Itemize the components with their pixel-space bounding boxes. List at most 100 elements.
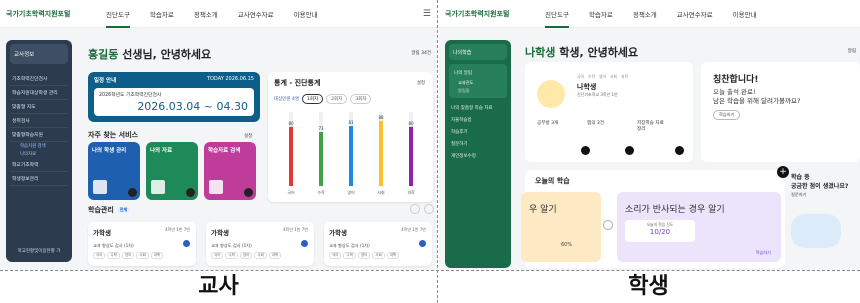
nav-policy[interactable]: 정책소개 <box>633 9 657 19</box>
sidebar-label: 맞춤형 지도 <box>12 105 36 110</box>
stat-bookmarks[interactable]: 찜의 3건 <box>587 120 617 132</box>
top-nav: 국가기초학력지원포털 진단도구 학습자료 정책소개 교사연수자료 이용안내 <box>439 0 860 28</box>
test-name: 교과 향상도 검사 (1차) <box>93 243 134 248</box>
stats-edit[interactable]: 설정 <box>417 80 425 86</box>
chevron-right-icon[interactable] <box>603 220 613 230</box>
exam-schedule-card[interactable]: 일정 안내 TODAY 2026.06.15 2026학년도 기초학력진단검사 … <box>88 72 260 122</box>
greeting-name: 홍길동 <box>88 48 119 61</box>
question-button[interactable]: 질문하기 <box>791 192 857 198</box>
alert-badge[interactable]: 알림 34건 <box>411 50 431 56</box>
x-tick-label: 영어 <box>347 189 355 195</box>
bar-value-label: 81 <box>348 120 354 125</box>
x-tick-label: 사회 <box>377 189 385 195</box>
sidebar-item-diagnostic[interactable]: 기초학력진단검사 <box>10 72 68 86</box>
sidebar-item-achievement[interactable]: 성취검사 <box>10 114 68 128</box>
sidebar-sub-search[interactable]: 학습지원 검색 <box>10 142 68 150</box>
sidebar-item-review[interactable]: 학습후기 <box>449 126 507 138</box>
sidebar-item-question[interactable]: 질문하기 <box>449 138 507 150</box>
top-nav: 국가기초학력지원포털 진단도구 학습자료 정책소개 교사연수자료 이용안내 ☰ <box>0 0 437 28</box>
go-icon[interactable] <box>301 240 308 247</box>
prev-icon[interactable] <box>410 204 420 214</box>
exam-range: 2026.03.04 ~ 04.30 <box>137 100 248 113</box>
round-1-tab[interactable]: 1회차 <box>302 94 324 104</box>
sidebar-notice-box: 나의 알림 교과진도 알림중 <box>449 64 507 98</box>
sidebar-profile-label: 나의학습 <box>453 49 472 56</box>
sidebar-footer[interactable]: 학교현황및이용현황 가 <box>10 248 68 254</box>
lesson-study-button[interactable]: 학습하기 <box>756 250 771 256</box>
comparison-frame: 국가기초학력지원포털 진단도구 학습자료 정책소개 교사연수자료 이용안내 ☰ … <box>0 0 860 303</box>
subject-chip: 국어 <box>93 252 106 259</box>
sidebar-item-school[interactable]: 학교기초학력 <box>10 158 68 172</box>
study-badge: 전체 <box>116 207 131 213</box>
sidebar-item-support[interactable]: 맞춤형학습지원 <box>10 128 68 142</box>
subject-tag: 수학 <box>588 74 595 79</box>
sidebar-profile[interactable]: 교사정보 <box>10 44 68 64</box>
sidebar-sub[interactable]: 알림중 <box>452 87 504 95</box>
arrow-icon <box>244 188 253 197</box>
sidebar-box-title[interactable]: 나의 알림 <box>452 67 504 79</box>
profile-card: 국어 수학 영어 사회 과학 나학생 진단기초학교 3학년 1반 공부방 3개 … <box>525 62 693 162</box>
student-class: 4학년 1반 7번 <box>401 227 426 232</box>
sidebar-sub-mine[interactable]: 나의자료 <box>10 150 68 158</box>
center-divider <box>437 0 438 303</box>
service-label: 학습자료 검색 <box>208 148 241 154</box>
nav-training[interactable]: 교사연수자료 <box>238 9 274 19</box>
lesson-card-prev[interactable]: 우 알기 60% <box>521 192 601 262</box>
student-sidebar: 나의학습 나의 알림 교과진도 알림중 나의 맞춤형 학습 자료 자율학습방 학… <box>445 40 511 268</box>
service-my-materials[interactable]: 나의 자료 <box>146 142 198 200</box>
sidebar-item-guidance[interactable]: 맞춤형 지도 <box>10 100 68 114</box>
progress-box: 오늘의 학습 진도 10/20 <box>625 220 695 242</box>
student-card[interactable]: 가학생 4학년 1반 7번 교과 향상도 검사 (1차) 국어 수학 영어 사회… <box>324 222 432 266</box>
nav-policy[interactable]: 정책소개 <box>194 9 218 19</box>
praise-study-button[interactable]: 학습하기 <box>713 110 741 120</box>
nav-diagnostic[interactable]: 진단도구 <box>106 9 130 28</box>
stat-rooms[interactable]: 공부방 3개 <box>537 120 567 132</box>
add-icon[interactable]: + <box>777 166 789 178</box>
exam-today: TODAY 2026.06.15 <box>206 76 254 82</box>
nav-guide[interactable]: 이용안내 <box>294 9 318 19</box>
question-line-2: 궁금한 점이 생겼나요? <box>791 183 849 190</box>
sidebar-item-custom[interactable]: 나의 맞춤형 학습 자료 <box>449 102 507 114</box>
student-caption: 학생 <box>628 274 669 299</box>
alert-badge[interactable]: 알림 <box>848 48 856 54</box>
services-edit[interactable]: 설정 <box>244 133 252 139</box>
captions: 교사 학생 <box>0 271 860 303</box>
greeting-text: 학생, 안녕하세요 <box>555 46 639 59</box>
sidebar-item-selfstudy[interactable]: 자율학습방 <box>449 114 507 126</box>
lesson-title: 소리가 반사되는 경우 알기 <box>625 205 725 215</box>
service-label: 나의 학생 관리 <box>92 148 127 154</box>
go-icon[interactable] <box>675 146 684 155</box>
nav-materials[interactable]: 학습자료 <box>150 9 174 19</box>
next-icon[interactable] <box>424 204 434 214</box>
arrow-icon <box>186 188 195 197</box>
folder-icon <box>209 180 223 194</box>
sidebar-profile[interactable]: 나의학습 <box>449 44 507 60</box>
lesson-card-current[interactable]: 소리가 반사되는 경우 알기 오늘의 학습 진도 10/20 학습하기 <box>617 192 781 262</box>
student-card[interactable]: 가학생 4학년 1반 7번 교과 향상도 검사 (1차) 국어 수학 영어 사회… <box>206 222 314 266</box>
sidebar-item-students[interactable]: 학습지원대상학생 관리 <box>10 86 68 100</box>
praise-card: 칭찬합니다! 오늘 출석 완료! 남은 학습을 위해 달려가볼까요? 학습하기 <box>701 62 860 162</box>
stat-saved[interactable]: 저장학습 자료정리 <box>637 120 667 132</box>
subject-chip: 영어 <box>121 252 135 259</box>
menu-icon[interactable]: ☰ <box>423 9 431 19</box>
student-card[interactable]: 가학생 4학년 1반 7번 교과 향상도 검사 (1차) 국어 수학 영어 사회… <box>88 222 196 266</box>
go-icon[interactable] <box>419 240 426 247</box>
site-logo[interactable]: 국가기초학력지원포털 <box>6 9 86 19</box>
round-3-tab[interactable]: 3회차 <box>350 94 372 104</box>
round-2-tab[interactable]: 2회차 <box>326 94 348 104</box>
sidebar-sub[interactable]: 교과진도 <box>452 79 504 87</box>
question-line-1: 학습 중 <box>791 174 810 181</box>
nav-materials[interactable]: 학습자료 <box>589 9 613 19</box>
go-icon[interactable] <box>581 146 590 155</box>
nav-guide[interactable]: 이용안내 <box>733 9 757 19</box>
nav-diagnostic[interactable]: 진단도구 <box>545 9 569 28</box>
sidebar-item-profile[interactable]: 개인정보수정 <box>449 150 507 162</box>
go-icon[interactable] <box>625 146 634 155</box>
sidebar-item-info[interactable]: 학생정보관리 <box>10 172 68 186</box>
service-my-students[interactable]: 나의 학생 관리 <box>88 142 140 200</box>
site-logo[interactable]: 국가기초학력지원포털 <box>445 9 525 19</box>
subject-chip: 과학 <box>386 252 400 259</box>
service-search[interactable]: 학습자료 검색 <box>204 142 256 200</box>
go-icon[interactable] <box>183 240 190 247</box>
nav-training[interactable]: 교사연수자료 <box>677 9 713 19</box>
